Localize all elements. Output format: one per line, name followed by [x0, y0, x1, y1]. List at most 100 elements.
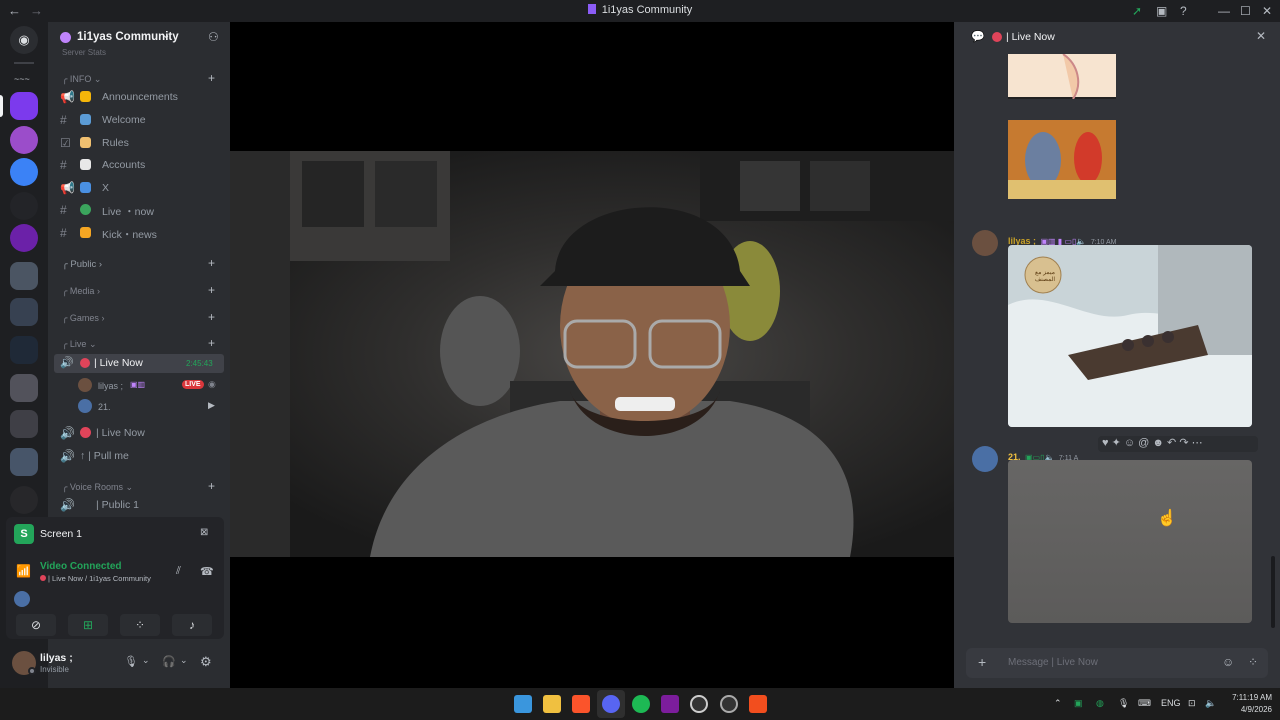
add-channel-icon[interactable]: + [208, 256, 215, 270]
mention-icon[interactable]: @ [1138, 437, 1149, 449]
brave-browser-icon[interactable] [572, 695, 590, 713]
camera-off-button[interactable]: ⊘ [16, 614, 56, 636]
minimize-icon[interactable]: — [1218, 4, 1230, 18]
clock-time[interactable]: 7:11:19 AM [1222, 693, 1272, 702]
windows-start-icon[interactable] [514, 695, 532, 713]
share-screen-button[interactable]: ⊞ [68, 614, 108, 636]
clock-date[interactable]: 4/9/2026 [1222, 705, 1272, 714]
update-icon[interactable]: ➚ [1132, 4, 1142, 18]
image-attachment[interactable] [1008, 53, 1116, 100]
channel-rules[interactable]: ☑ Rules [56, 134, 226, 154]
connection-location[interactable]: | Live Now / 1i1yas Community [40, 574, 151, 583]
voice-member-21[interactable]: 21. ▶ [78, 399, 224, 415]
category-media[interactable]: ╭ Media › [62, 286, 100, 297]
watch-stream-icon[interactable]: ◉ [208, 379, 216, 390]
image-attachment[interactable] [1008, 120, 1116, 199]
activities-button[interactable]: ⁘ [120, 614, 160, 636]
chevron-down-icon[interactable]: ⌄ [142, 655, 150, 666]
emoji-reaction-icon[interactable]: ✦ [1112, 437, 1121, 449]
heart-reaction-icon[interactable]: ♥ [1102, 437, 1109, 449]
server-folder-2[interactable] [10, 298, 38, 326]
figma-icon[interactable] [749, 695, 767, 713]
apps-icon[interactable]: ⁘ [1248, 655, 1258, 669]
channel-welcome[interactable]: # Welcome [56, 111, 226, 131]
add-channel-icon[interactable]: + [208, 479, 215, 493]
category-voice-rooms[interactable]: ╭ Voice Rooms ⌄ [62, 482, 133, 493]
discord-taskbar-icon[interactable] [602, 695, 620, 713]
server-folder-6[interactable] [10, 448, 38, 476]
headphones-icon[interactable]: 🎧 [162, 655, 176, 668]
channel-accounts[interactable]: # Accounts [56, 156, 226, 176]
category-info[interactable]: ╭ INFO ⌄ [62, 74, 101, 85]
obs-icon[interactable] [720, 695, 738, 713]
image-attachment[interactable] [1008, 460, 1252, 623]
image-attachment[interactable]: ميمز مع المصنف [1008, 245, 1252, 427]
close-window-icon[interactable]: ✕ [1262, 4, 1272, 18]
tray-overflow-icon[interactable]: ⌃ [1054, 698, 1062, 709]
discord-home-icon[interactable]: ◉ [10, 26, 38, 54]
server-folder-1[interactable] [10, 262, 38, 290]
soundboard-button[interactable]: ♪ [172, 614, 212, 636]
emoji-reaction-icon[interactable]: ☺ [1124, 437, 1135, 449]
rail-folder-icon[interactable]: ~~~ [14, 74, 30, 84]
category-public[interactable]: ╭ Public › [62, 259, 102, 270]
tray-mic-icon[interactable]: 🎙 [1118, 698, 1129, 709]
language-indicator[interactable]: ENG [1161, 698, 1181, 708]
avatar[interactable] [972, 230, 998, 256]
next-app-icon[interactable] [661, 695, 679, 713]
server-1i1yas-icon[interactable] [10, 92, 38, 120]
help-icon[interactable]: ? [1180, 4, 1187, 18]
server-folder-4[interactable] [10, 374, 38, 402]
add-reaction-icon[interactable]: ☻ [1152, 437, 1164, 449]
server-icon-4[interactable] [10, 192, 38, 220]
add-channel-icon[interactable]: + [208, 71, 215, 85]
channel-x[interactable]: 📢 X [56, 179, 226, 199]
invite-people-icon[interactable]: ⚇ [208, 30, 219, 44]
connection-signal-icon[interactable]: 📶 [16, 564, 31, 578]
stop-stream-icon[interactable]: ⊠ [200, 527, 208, 538]
category-live[interactable]: ╭ Live ⌄ [62, 339, 96, 350]
file-explorer-icon[interactable] [543, 695, 561, 713]
inbox-icon[interactable]: ▣ [1156, 4, 1167, 18]
stream-video[interactable] [230, 151, 954, 557]
keyboard-icon[interactable]: ⌨ [1138, 698, 1151, 709]
reply-icon[interactable]: ↶ [1167, 437, 1176, 449]
emoji-picker-icon[interactable]: ☺ [1222, 655, 1234, 669]
tray-app-icon[interactable]: ▣ [1074, 698, 1083, 709]
server-icon-5[interactable] [10, 224, 38, 252]
more-options-icon[interactable]: ⋯ [1192, 437, 1203, 449]
chevron-down-icon[interactable]: ⌄ [180, 655, 188, 666]
channel-announcements[interactable]: 📢 Announcements [56, 88, 226, 108]
channel-live-now-text[interactable]: # Live ・now [56, 201, 226, 221]
chat-scrollbar[interactable] [1271, 556, 1275, 628]
message-input[interactable]: Message | Live Now [1008, 657, 1098, 668]
participant-avatar[interactable] [14, 591, 30, 607]
add-channel-icon[interactable]: + [208, 283, 215, 297]
server-folder-3[interactable] [10, 336, 38, 364]
network-icon[interactable]: ⊡ [1188, 698, 1196, 709]
channel-kick-news[interactable]: # Kick・news [56, 224, 226, 244]
server-icon-2[interactable] [10, 126, 38, 154]
voice-member-lilyas[interactable]: lilyas ; ▣▥ LIVE ◉ [78, 378, 224, 394]
add-channel-icon[interactable]: + [208, 310, 215, 324]
server-icon-3[interactable] [10, 158, 38, 186]
settings-gear-icon[interactable]: ⚙ [200, 654, 212, 670]
category-games[interactable]: ╭ Games › [62, 313, 104, 324]
microphone-icon[interactable]: 🎙 [124, 655, 138, 668]
disconnect-icon[interactable]: ☎ [200, 565, 214, 578]
noise-suppression-icon[interactable]: ⫽ [176, 565, 181, 578]
volume-icon[interactable]: 🔈 [1205, 698, 1216, 709]
maximize-icon[interactable]: ☐ [1240, 4, 1251, 18]
voice-channel-public-1[interactable]: 🔊 | Public 1 [56, 496, 226, 516]
voice-channel-live-now[interactable]: 🔊 | Live Now 2:45:43 [54, 354, 224, 373]
voice-channel-live-now-2[interactable]: 🔊 | Live Now [56, 424, 226, 444]
forward-icon[interactable]: ↷ [1179, 437, 1188, 449]
message-composer[interactable]: + Message | Live Now ☺ ⁘ [966, 648, 1268, 678]
tray-app-icon[interactable]: ◍ [1096, 698, 1104, 709]
avatar[interactable] [972, 446, 998, 472]
spotify-icon[interactable] [632, 695, 650, 713]
server-icon-last[interactable] [10, 486, 38, 514]
server-header[interactable]: 1i1yas Community ⌄ ⚇ [48, 26, 230, 50]
server-folder-5[interactable] [10, 410, 38, 438]
steam-icon[interactable] [690, 695, 708, 713]
